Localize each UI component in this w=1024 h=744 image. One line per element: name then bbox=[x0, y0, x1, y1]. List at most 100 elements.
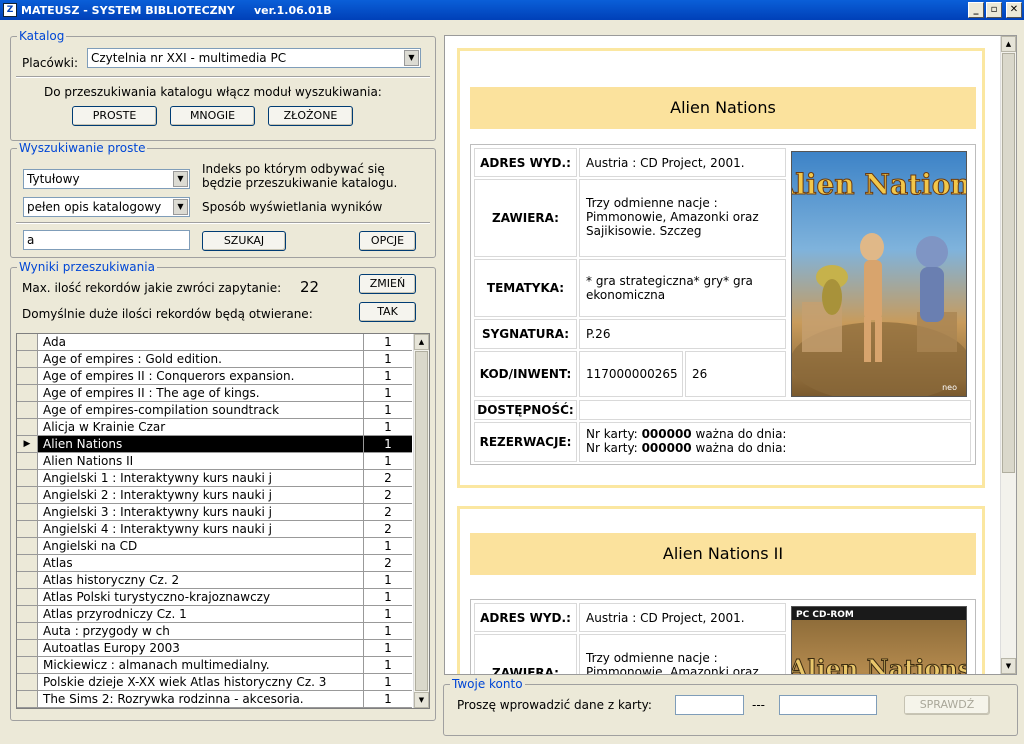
cover-image: PC CD-ROM Alien Nations bbox=[791, 606, 967, 675]
row-selector[interactable] bbox=[17, 555, 38, 572]
row-count: 2 bbox=[364, 504, 412, 521]
row-selector[interactable] bbox=[17, 402, 38, 419]
preview-scrollbar[interactable]: ▲ ▼ bbox=[1000, 36, 1016, 674]
row-count: 1 bbox=[364, 640, 412, 657]
row-selector[interactable] bbox=[17, 606, 38, 623]
window-controls: _ ▫ ✕ bbox=[968, 2, 1022, 18]
row-selector[interactable] bbox=[17, 351, 38, 368]
row-selector[interactable] bbox=[17, 487, 38, 504]
yes-button[interactable]: TAK bbox=[359, 302, 416, 322]
row-selector[interactable] bbox=[17, 334, 38, 351]
card-number-field[interactable] bbox=[675, 695, 744, 715]
row-selector[interactable] bbox=[17, 572, 38, 589]
row-selector[interactable] bbox=[17, 691, 38, 708]
index-select[interactable]: Tytułowy ▼ bbox=[23, 169, 190, 189]
complex-search-button[interactable]: ZŁOŻONE bbox=[268, 106, 353, 126]
check-button[interactable]: SPRAWDŹ bbox=[904, 695, 990, 715]
row-selector[interactable] bbox=[17, 674, 38, 691]
table-row[interactable]: ▶ Alien Nations 1 bbox=[17, 436, 413, 453]
row-title: Atlas historyczny Cz. 2 bbox=[38, 572, 364, 589]
table-row[interactable]: Alicja w Krainie Czar 1 bbox=[17, 419, 413, 436]
table-row[interactable]: Atlas historyczny Cz. 21 bbox=[17, 572, 413, 589]
row-selector[interactable] bbox=[17, 368, 38, 385]
row-count: 1 bbox=[364, 419, 412, 436]
search-button[interactable]: SZUKAJ bbox=[202, 231, 286, 251]
row-title: Alien Nations II bbox=[38, 453, 364, 470]
scroll-up-icon[interactable]: ▲ bbox=[1001, 36, 1016, 52]
row-selector[interactable] bbox=[17, 385, 38, 402]
search-input[interactable]: a bbox=[23, 230, 190, 250]
display-mode-select[interactable]: pełen opis katalogowy ▼ bbox=[23, 197, 190, 217]
table-row[interactable]: Atlas 2 bbox=[17, 555, 413, 572]
row-selector[interactable] bbox=[17, 640, 38, 657]
change-button[interactable]: ZMIEŃ bbox=[359, 274, 416, 294]
chevron-down-icon[interactable]: ▼ bbox=[173, 171, 188, 187]
row-count: 1 bbox=[364, 351, 412, 368]
maximize-button[interactable]: ▫ bbox=[986, 2, 1002, 18]
scroll-thumb[interactable] bbox=[1002, 53, 1015, 473]
table-row[interactable]: Angielski 1 : Interaktywny kurs nauki j2 bbox=[17, 470, 413, 487]
publisher-key: ADRES WYD.: bbox=[474, 603, 577, 632]
row-selector[interactable] bbox=[17, 623, 38, 640]
row-count: 1 bbox=[364, 334, 412, 351]
table-row[interactable]: Age of empires-compilation soundtrack 1 bbox=[17, 402, 413, 419]
row-selector[interactable] bbox=[17, 589, 38, 606]
row-selector[interactable] bbox=[17, 470, 38, 487]
table-row[interactable]: Angielski 2 : Interaktywny kurs nauki j2 bbox=[17, 487, 413, 504]
row-selector[interactable] bbox=[17, 504, 38, 521]
table-row[interactable]: Mickiewicz : almanach multimedialny. 1 bbox=[17, 657, 413, 674]
publisher-value: Austria : CD Project, 2001. bbox=[579, 603, 786, 632]
simple-search-button[interactable]: PROSTE bbox=[72, 106, 157, 126]
table-row[interactable]: Age of empires II : The age of kings. 1 bbox=[17, 385, 413, 402]
row-selector[interactable] bbox=[17, 453, 38, 470]
card-data-label: Proszę wprowadzić dane z karty: bbox=[457, 698, 652, 712]
row-title: Age of empires II : Conquerors expansion… bbox=[38, 368, 364, 385]
row-selector[interactable] bbox=[17, 521, 38, 538]
record-details-table: ADRES WYD.: Austria : CD Project, 2001. … bbox=[470, 144, 976, 465]
table-row[interactable]: Autoatlas Europy 2003 1 bbox=[17, 640, 413, 657]
scroll-up-icon[interactable]: ▲ bbox=[414, 334, 429, 350]
chevron-down-icon[interactable]: ▼ bbox=[404, 50, 419, 66]
placowki-select[interactable]: Czytelnia nr XXI - multimedia PC ▼ bbox=[87, 48, 421, 68]
scroll-thumb[interactable] bbox=[415, 351, 428, 691]
row-count: 1 bbox=[364, 674, 412, 691]
account-legend: Twoje konto bbox=[450, 677, 525, 691]
cover-art: Alien Nations neo bbox=[792, 168, 967, 396]
table-row[interactable]: Angielski 3 : Interaktywny kurs nauki j2 bbox=[17, 504, 413, 521]
results-scrollbar[interactable]: ▲ ▼ bbox=[413, 334, 429, 708]
availability-key: DOSTĘPNOŚĆ: bbox=[474, 400, 577, 420]
row-title: Age of empires : Gold edition. bbox=[38, 351, 364, 368]
subject-key: TEMATYKA: bbox=[474, 259, 577, 317]
table-row[interactable]: Age of empires II : Conquerors expansion… bbox=[17, 368, 413, 385]
close-button[interactable]: ✕ bbox=[1006, 2, 1022, 18]
table-row[interactable]: Polskie dzieje X-XX wiek Atlas historycz… bbox=[17, 674, 413, 691]
card-field-separator: --- bbox=[752, 698, 765, 712]
row-selector[interactable] bbox=[17, 419, 38, 436]
table-row[interactable]: Angielski na CD 1 bbox=[17, 538, 413, 555]
table-row[interactable]: Alien Nations II 1 bbox=[17, 453, 413, 470]
chevron-down-icon[interactable]: ▼ bbox=[173, 199, 188, 215]
cover-top-label: PC CD-ROM bbox=[796, 610, 854, 620]
table-row[interactable]: Age of empires : Gold edition. 1 bbox=[17, 351, 413, 368]
cover-title: Alien Nations bbox=[792, 168, 967, 201]
cover-title: Alien Nations bbox=[792, 654, 967, 675]
minimize-button[interactable]: _ bbox=[968, 2, 984, 18]
scroll-down-icon[interactable]: ▼ bbox=[414, 692, 429, 708]
row-count: 1 bbox=[364, 436, 412, 453]
row-title: Ada bbox=[38, 334, 364, 351]
row-count: 1 bbox=[364, 589, 412, 606]
row-selector[interactable] bbox=[17, 657, 38, 674]
table-row[interactable]: Auta : przygody w ch 1 bbox=[17, 623, 413, 640]
card-pin-field[interactable] bbox=[779, 695, 877, 715]
table-row[interactable]: Atlas Polski turystyczno-krajoznawczy 1 bbox=[17, 589, 413, 606]
table-row[interactable]: Angielski 4 : Interaktywny kurs nauki j2 bbox=[17, 521, 413, 538]
table-row[interactable]: Ada 1 bbox=[17, 334, 413, 351]
table-row[interactable]: Atlas przyrodniczy Cz. 11 bbox=[17, 606, 413, 623]
options-button[interactable]: OPCJE bbox=[359, 231, 416, 251]
row-selector[interactable]: ▶ bbox=[17, 436, 38, 453]
row-selector[interactable] bbox=[17, 538, 38, 555]
display-mode-value: pełen opis katalogowy bbox=[27, 200, 162, 214]
scroll-down-icon[interactable]: ▼ bbox=[1001, 658, 1016, 674]
multi-search-button[interactable]: MNOGIE bbox=[170, 106, 255, 126]
table-row[interactable]: The Sims 2: Rozrywka rodzinna - akcesori… bbox=[17, 691, 413, 708]
